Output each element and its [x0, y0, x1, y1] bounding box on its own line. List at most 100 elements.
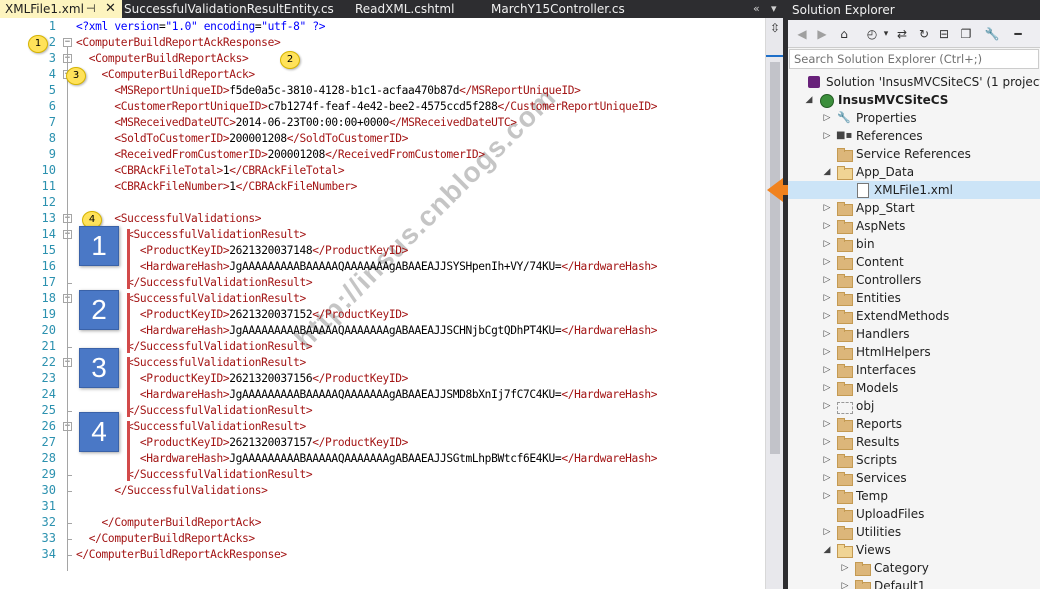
tree-item[interactable]: ▷ bin [788, 235, 1040, 253]
collapsed-chevron-icon[interactable]: ▷ [822, 109, 832, 127]
tree-item[interactable]: ▷ Services [788, 469, 1040, 487]
tree-item[interactable]: ▷ Handlers [788, 325, 1040, 343]
code-line[interactable]: <SuccessfulValidations> [76, 211, 261, 227]
tree-item[interactable]: ▷ Reports [788, 415, 1040, 433]
tree-item[interactable]: UploadFiles [788, 505, 1040, 523]
collapsed-chevron-icon[interactable]: ▷ [822, 127, 832, 145]
code-line[interactable]: </SuccessfulValidationResult> [76, 467, 313, 483]
code-line[interactable]: <ProductKeyID>2621320037152</ProductKeyI… [76, 307, 409, 323]
forward-icon[interactable]: ▶ [814, 26, 830, 42]
pin-icon[interactable]: ━ [1010, 26, 1026, 42]
tree-item[interactable]: ▷ App_Start [788, 199, 1040, 217]
collapsed-chevron-icon[interactable]: ▷ [822, 433, 832, 451]
scroll-thumb[interactable] [770, 62, 780, 454]
tree-item[interactable]: ◢ InsusMVCSiteCS [788, 91, 1040, 109]
code-line[interactable]: </ComputerBuildReportAckResponse> [76, 547, 287, 563]
collapsed-chevron-icon[interactable]: ▷ [822, 217, 832, 235]
code-line[interactable]: <ComputerBuildReportAcks> [76, 51, 249, 67]
collapsed-chevron-icon[interactable]: ▷ [822, 379, 832, 397]
tree-item[interactable]: ▷ ExtendMethods [788, 307, 1040, 325]
code-line[interactable]: <ReceivedFromCustomerID>200001208</Recei… [76, 147, 485, 163]
tab-marchy15controller[interactable]: MarchY15Controller.cs [491, 0, 651, 18]
collapsed-chevron-icon[interactable]: ▷ [822, 469, 832, 487]
tab-overflow-icon[interactable]: « [753, 0, 760, 18]
code-line[interactable]: <ComputerBuildReportAckResponse> [76, 35, 281, 51]
code-line[interactable]: <ProductKeyID>2621320037157</ProductKeyI… [76, 435, 409, 451]
back-icon[interactable]: ◀ [794, 26, 810, 42]
close-icon[interactable]: ✕ [105, 0, 116, 18]
code-line[interactable]: </ComputerBuildReportAcks> [76, 531, 255, 547]
tree-item[interactable]: XMLFile1.xml [788, 181, 1040, 199]
tree-item[interactable]: Service References [788, 145, 1040, 163]
home-icon[interactable]: ⌂ [836, 26, 852, 42]
code-line[interactable]: <MSReportUniqueID>f5de0a5c-3810-4128-b1c… [76, 83, 581, 99]
tree-item[interactable]: ▷ Temp [788, 487, 1040, 505]
collapsed-chevron-icon[interactable]: ▷ [822, 235, 832, 253]
tab-xmlfile1[interactable]: XMLFile1.xml ⊣ ✕ [0, 0, 122, 18]
collapsed-chevron-icon[interactable]: ▷ [822, 289, 832, 307]
expanded-chevron-icon[interactable]: ◢ [804, 91, 814, 109]
tree-item[interactable]: ▷ Content [788, 253, 1040, 271]
tree-item[interactable]: ▷ Interfaces [788, 361, 1040, 379]
split-editor-icon[interactable]: ⇳ [767, 20, 783, 36]
code-line[interactable]: <ProductKeyID>2621320037148</ProductKeyI… [76, 243, 409, 259]
collapsed-chevron-icon[interactable]: ▷ [840, 559, 850, 577]
tree-item[interactable]: ▷ AspNets [788, 217, 1040, 235]
tree-item[interactable]: ▷ Category [788, 559, 1040, 577]
tree-item[interactable]: ▷ HtmlHelpers [788, 343, 1040, 361]
code-line[interactable]: <?xml version="1.0" encoding="utf-8" ?> [76, 19, 325, 35]
code-line[interactable]: <SoldToCustomerID>200001208</SoldToCusto… [76, 131, 408, 147]
tree-item[interactable]: ▷ Default1 [788, 577, 1040, 589]
code-line[interactable]: </SuccessfulValidations> [76, 483, 268, 499]
collapsed-chevron-icon[interactable]: ▷ [822, 307, 832, 325]
refresh-icon[interactable]: ↻ [916, 26, 932, 42]
collapse-region-toggle[interactable]: − [63, 38, 72, 47]
collapsed-chevron-icon[interactable]: ▷ [840, 577, 850, 589]
tree-item[interactable]: ▷ Controllers [788, 271, 1040, 289]
code-editor[interactable]: http://insus.cnblogs.com 1 <?xml version=… [0, 18, 765, 589]
collapsed-chevron-icon[interactable]: ▷ [822, 397, 832, 415]
code-line[interactable]: <CBRAckFileTotal>1</CBRAckFileTotal> [76, 163, 344, 179]
tree-item[interactable]: ◢ App_Data [788, 163, 1040, 181]
collapsed-chevron-icon[interactable]: ▷ [822, 271, 832, 289]
editor-vertical-scrollbar[interactable]: ⇳ [765, 18, 784, 589]
code-line[interactable]: <CustomerReportUniqueID>c7b1274f-feaf-4e… [76, 99, 657, 115]
expanded-chevron-icon[interactable]: ◢ [822, 541, 832, 559]
code-line[interactable]: </SuccessfulValidationResult> [76, 275, 313, 291]
collapsed-chevron-icon[interactable]: ▷ [822, 361, 832, 379]
collapsed-chevron-icon[interactable]: ▷ [822, 415, 832, 433]
code-line[interactable]: <HardwareHash>JgAAAAAAAAABAAAAAQAAAAAAAg… [76, 387, 658, 403]
pin-icon[interactable]: ⊣ [86, 0, 96, 18]
tree-item[interactable]: ▷ Models [788, 379, 1040, 397]
tab-dropdown-icon[interactable]: ▾ [771, 0, 777, 18]
code-line[interactable]: </ComputerBuildReportAck> [76, 515, 262, 531]
code-line[interactable]: <ProductKeyID>2621320037156</ProductKeyI… [76, 371, 409, 387]
collapsed-chevron-icon[interactable]: ▷ [822, 343, 832, 361]
search-input[interactable] [790, 50, 1038, 68]
code-line[interactable]: <HardwareHash>JgAAAAAAAAABAAAAAQAAAAAAAg… [76, 451, 658, 467]
dropdown-icon[interactable]: ▾ [878, 26, 894, 42]
collapsed-chevron-icon[interactable]: ▷ [822, 199, 832, 217]
code-line[interactable]: <MSReceivedDateUTC>2014-06-23T00:00:00+0… [76, 115, 517, 131]
tree-item[interactable]: ▷ Utilities [788, 523, 1040, 541]
tab-successfulvalidationresultentity[interactable]: SuccessfulValidationResultEntity.cs [124, 0, 336, 18]
tree-item[interactable]: ▷ Scripts [788, 451, 1040, 469]
tree-item[interactable]: ▷ Properties [788, 109, 1040, 127]
code-line[interactable]: <CBRAckFileNumber>1</CBRAckFileNumber> [76, 179, 357, 195]
collapsed-chevron-icon[interactable]: ▷ [822, 487, 832, 505]
code-line[interactable]: <ComputerBuildReportAck> [76, 67, 256, 83]
expanded-chevron-icon[interactable]: ◢ [822, 163, 832, 181]
collapsed-chevron-icon[interactable]: ▷ [822, 523, 832, 541]
tree-item[interactable]: ▷ Results [788, 433, 1040, 451]
sync-icon[interactable]: ⇄ [894, 26, 910, 42]
code-line[interactable]: <HardwareHash>JgAAAAAAAAABAAAAAQAAAAAAAg… [76, 323, 658, 339]
code-line[interactable]: <HardwareHash>JgAAAAAAAAABAAAAAQAAAAAAAg… [76, 259, 658, 275]
collapsed-chevron-icon[interactable]: ▷ [822, 451, 832, 469]
tree-item[interactable]: Solution 'InsusMVCSiteCS' (1 project) [788, 73, 1040, 91]
tree-item[interactable]: ▷ obj [788, 397, 1040, 415]
tree-item[interactable]: ◢ Views [788, 541, 1040, 559]
show-all-files-icon[interactable]: ❐ [958, 26, 974, 42]
collapsed-chevron-icon[interactable]: ▷ [822, 325, 832, 343]
collapsed-chevron-icon[interactable]: ▷ [822, 253, 832, 271]
tree-item[interactable]: ▷ Entities [788, 289, 1040, 307]
